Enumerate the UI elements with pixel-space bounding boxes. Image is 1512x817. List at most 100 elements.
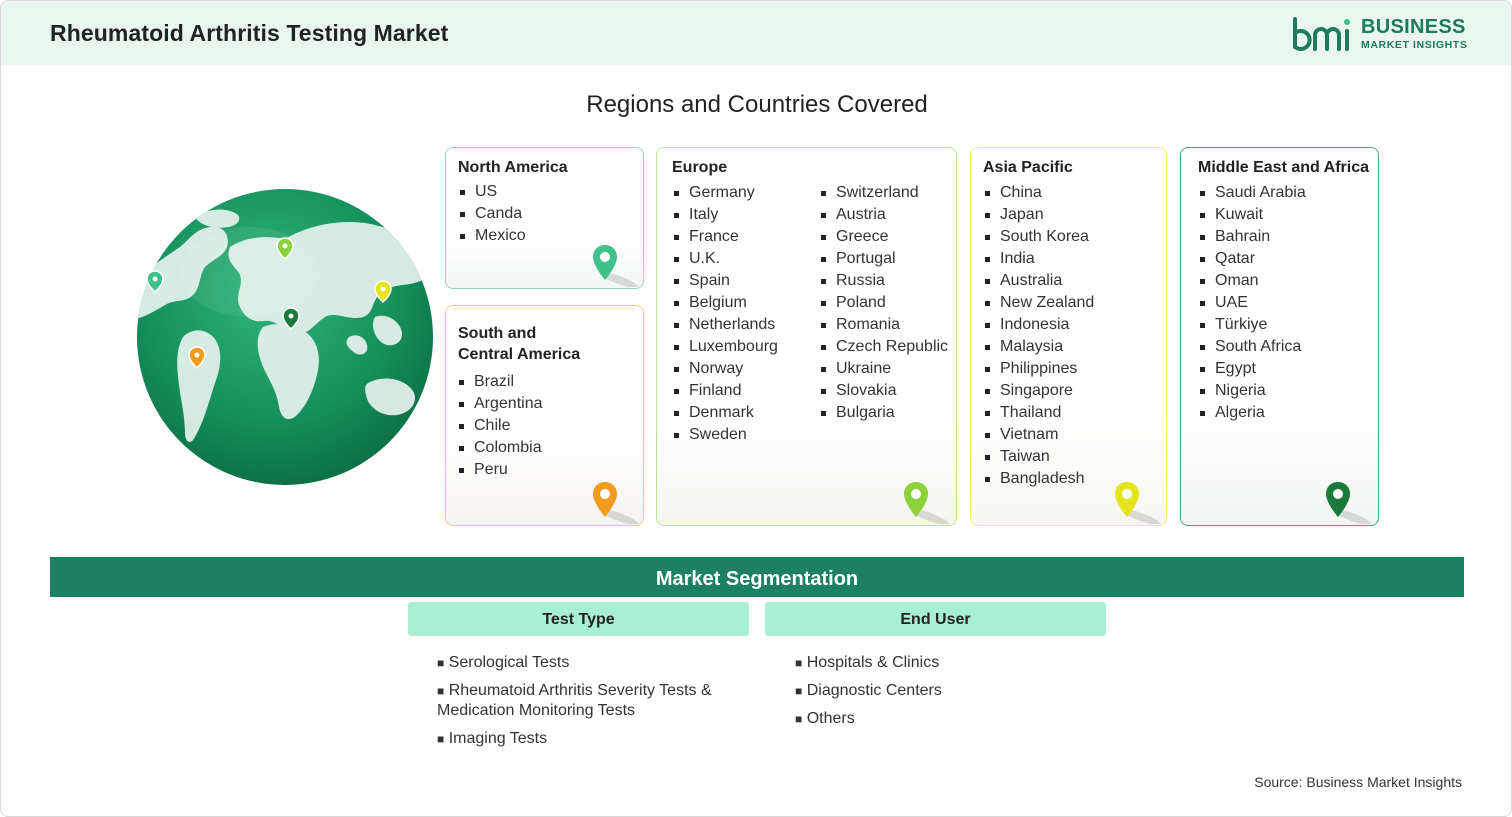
region-title-middle-east-africa: Middle East and Africa bbox=[1198, 159, 1369, 176]
logo-text-market-insights: MARKET INSIGHTS bbox=[1361, 39, 1468, 51]
region-title-line: South and bbox=[458, 325, 537, 342]
header: Rheumatoid Arthritis Testing Market BUSI… bbox=[1, 1, 1511, 65]
list-item: Vietnam bbox=[983, 424, 1094, 446]
list-item: UAE bbox=[1198, 292, 1306, 314]
list-item: ■ Rheumatoid Arthritis Severity Tests & M… bbox=[437, 681, 757, 721]
map-pin-icon bbox=[1115, 482, 1160, 524]
list-item: China bbox=[983, 182, 1094, 204]
list-item: Japan bbox=[983, 204, 1094, 226]
list-item: Switzerland bbox=[819, 182, 948, 204]
list-item: Argentina bbox=[457, 393, 543, 415]
region-title-line: Central America bbox=[458, 346, 581, 363]
list-item: Ukraine bbox=[819, 358, 948, 380]
list-item: Kuwait bbox=[1198, 204, 1306, 226]
list-item: Singapore bbox=[983, 380, 1094, 402]
list-item: South Korea bbox=[983, 226, 1094, 248]
page-title: Rheumatoid Arthritis Testing Market bbox=[50, 20, 449, 46]
list-item: Netherlands bbox=[672, 314, 778, 336]
region-card-middle-east-africa: Middle East and Africa Saudi Arabia Kuwa… bbox=[1180, 147, 1379, 526]
list-item: Romania bbox=[819, 314, 948, 336]
map-pin-icon bbox=[904, 482, 949, 524]
list-item: Austria bbox=[819, 204, 948, 226]
list-item: Luxembourg bbox=[672, 336, 778, 358]
list-item: Indonesia bbox=[983, 314, 1094, 336]
list-item: Bulgaria bbox=[819, 402, 948, 424]
list-item: ■ Diagnostic Centers bbox=[795, 681, 1115, 701]
map-pin-icon bbox=[1326, 482, 1371, 524]
list-item: US bbox=[458, 181, 526, 203]
list-item: Germany bbox=[672, 182, 778, 204]
list-item: Portugal bbox=[819, 248, 948, 270]
bullet-icon: ■ bbox=[437, 684, 445, 698]
list-item: Greece bbox=[819, 226, 948, 248]
list-item: Malaysia bbox=[983, 336, 1094, 358]
list-item: ■ Serological Tests bbox=[437, 653, 757, 673]
bullet-icon: ■ bbox=[437, 732, 445, 746]
segment-header-test-type: Test Type bbox=[408, 602, 749, 636]
list-item: ■ Imaging Tests bbox=[437, 729, 757, 749]
region-title-europe: Europe bbox=[672, 159, 728, 176]
bmi-logo-icon bbox=[1293, 17, 1350, 51]
list-item: Philippines bbox=[983, 358, 1094, 380]
list-item: Thailand bbox=[983, 402, 1094, 424]
country-list-middle-east-africa: Saudi Arabia Kuwait Bahrain Qatar Oman U… bbox=[1198, 182, 1306, 424]
map-pin-icon bbox=[593, 482, 638, 524]
list-item: Bahrain bbox=[1198, 226, 1306, 248]
market-segmentation-banner: Market Segmentation bbox=[50, 557, 1464, 597]
country-list-asia-pacific: China Japan South Korea India Australia … bbox=[983, 182, 1094, 490]
list-item: India bbox=[983, 248, 1094, 270]
country-list-south-central-america: Brazil Argentina Chile Colombia Peru bbox=[457, 371, 543, 481]
list-item: Egypt bbox=[1198, 358, 1306, 380]
segment-item-label: Serological Tests bbox=[448, 654, 570, 671]
list-item: Saudi Arabia bbox=[1198, 182, 1306, 204]
source-note: Source: Business Market Insights bbox=[1254, 774, 1462, 790]
region-card-asia-pacific: Asia Pacific China Japan South Korea Ind… bbox=[970, 147, 1167, 526]
list-item: Peru bbox=[457, 459, 543, 481]
segment-item-label: Diagnostic Centers bbox=[806, 682, 942, 699]
segment-item-label: Rheumatoid Arthritis Severity Tests & bbox=[448, 682, 712, 699]
list-item: Czech Republic bbox=[819, 336, 948, 358]
list-item: Finland bbox=[672, 380, 778, 402]
list-item: Denmark bbox=[672, 402, 778, 424]
list-item: Brazil bbox=[457, 371, 543, 393]
country-list-europe-col2: Switzerland Austria Greece Portugal Russ… bbox=[819, 182, 948, 424]
list-item: New Zealand bbox=[983, 292, 1094, 314]
list-item: Türkiye bbox=[1198, 314, 1306, 336]
list-item: Sweden bbox=[672, 424, 778, 446]
bullet-icon: ■ bbox=[795, 684, 803, 698]
list-item: South Africa bbox=[1198, 336, 1306, 358]
country-list-europe-col1: Germany Italy France U.K. Spain Belgium … bbox=[672, 182, 778, 446]
bullet-icon: ■ bbox=[795, 656, 803, 670]
list-item: Taiwan bbox=[983, 446, 1094, 468]
list-item: Slovakia bbox=[819, 380, 948, 402]
logo-text-business: BUSINESS bbox=[1361, 16, 1466, 38]
list-item: ■ Others bbox=[795, 709, 1115, 729]
list-item: Norway bbox=[672, 358, 778, 380]
list-item: Mexico bbox=[458, 225, 526, 247]
list-item: Canda bbox=[458, 203, 526, 225]
list-item: Bangladesh bbox=[983, 468, 1094, 490]
list-item: Algeria bbox=[1198, 402, 1306, 424]
segment-item-label: Medication Monitoring Tests bbox=[437, 702, 636, 719]
list-item: Oman bbox=[1198, 270, 1306, 292]
region-title-south-central-america: South and Central America bbox=[458, 323, 580, 365]
region-title-asia-pacific: Asia Pacific bbox=[983, 159, 1073, 176]
bullet-icon: ■ bbox=[795, 712, 803, 726]
list-item: Qatar bbox=[1198, 248, 1306, 270]
list-item: Russia bbox=[819, 270, 948, 292]
map-pin-icon bbox=[593, 245, 638, 287]
list-item: Nigeria bbox=[1198, 380, 1306, 402]
region-card-europe: Europe Germany Italy France U.K. Spain B… bbox=[656, 147, 957, 526]
page-frame: Rheumatoid Arthritis Testing Market BUSI… bbox=[0, 0, 1512, 817]
country-list-north-america: US Canda Mexico bbox=[458, 181, 526, 247]
segment-header-end-user: End User bbox=[765, 602, 1106, 636]
segment-item-label: Imaging Tests bbox=[448, 730, 548, 747]
list-item: ■ Hospitals & Clinics bbox=[795, 653, 1115, 673]
list-item: France bbox=[672, 226, 778, 248]
segment-list-end-user: ■ Hospitals & Clinics ■ Diagnostic Cente… bbox=[795, 653, 1115, 737]
segment-item-label: Hospitals & Clinics bbox=[806, 654, 940, 671]
segment-item-label: Others bbox=[806, 710, 855, 727]
list-item: Colombia bbox=[457, 437, 543, 459]
brand-logo: BUSINESS MARKET INSIGHTS bbox=[1291, 15, 1471, 55]
list-item: Chile bbox=[457, 415, 543, 437]
